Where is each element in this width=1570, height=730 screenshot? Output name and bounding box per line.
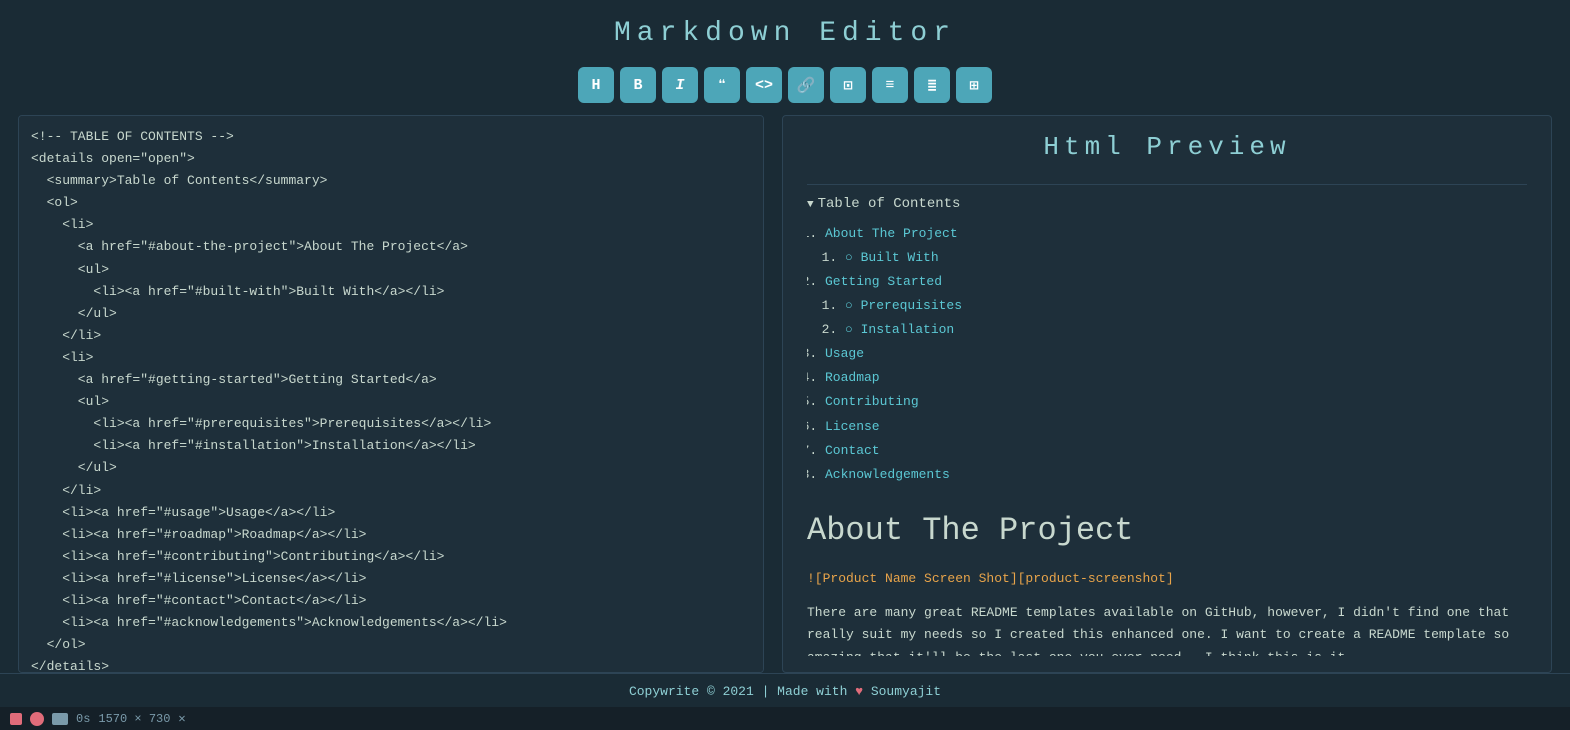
toc-details[interactable]: Table of Contents About The Project Buil…: [807, 193, 1527, 486]
preview-divider: [807, 184, 1527, 185]
link-button[interactable]: 🔗: [788, 67, 824, 103]
main-area: <!-- TABLE OF CONTENTS --> <details open…: [0, 115, 1570, 673]
app-header: Markdown Editor: [0, 0, 1570, 59]
list-item: Contact: [825, 440, 1527, 462]
bold-button[interactable]: B: [620, 67, 656, 103]
screenshot-link: ![Product Name Screen Shot][product-scre…: [807, 568, 1527, 590]
toc-link-prerequisites[interactable]: Prerequisites: [861, 298, 962, 313]
toc-link-usage[interactable]: Usage: [825, 346, 864, 361]
italic-button[interactable]: I: [662, 67, 698, 103]
table-button[interactable]: ⊞: [956, 67, 992, 103]
about-heading: About The Project: [807, 504, 1527, 558]
app-footer: Copywrite © 2021 | Made with ♥ Soumyajit: [0, 673, 1570, 707]
list-item: Getting Started Prerequisites Installati…: [825, 271, 1527, 341]
editor-content[interactable]: <!-- TABLE OF CONTENTS --> <details open…: [31, 126, 751, 673]
toolbar: H B I ❝ <> 🔗 ⊡ ≡ ≣ ⊞: [0, 59, 1570, 115]
editor-pane[interactable]: <!-- TABLE OF CONTENTS --> <details open…: [18, 115, 764, 673]
toc-link-acknowledgements[interactable]: Acknowledgements: [825, 467, 950, 482]
preview-pane: Html Preview Table of Contents About The…: [782, 115, 1552, 673]
heading-button[interactable]: H: [578, 67, 614, 103]
status-stop-icon: [10, 713, 22, 725]
footer-author: Soumyajit: [871, 684, 941, 699]
camera-icon: [52, 713, 68, 725]
close-icon[interactable]: ✕: [178, 711, 185, 726]
quote-button[interactable]: ❝: [704, 67, 740, 103]
status-close[interactable]: ✕: [178, 711, 185, 726]
list-item: Acknowledgements: [825, 464, 1527, 486]
toc-link-installation[interactable]: Installation: [861, 322, 955, 337]
preview-body: Table of Contents About The Project Buil…: [807, 193, 1527, 656]
preview-title: Html Preview: [807, 132, 1527, 176]
toc-link-built-with[interactable]: Built With: [861, 250, 939, 265]
toc-link-about[interactable]: About The Project: [825, 226, 958, 241]
status-bar: 0s 1570 × 730 ✕: [0, 707, 1570, 730]
ordered-list-button[interactable]: ≣: [914, 67, 950, 103]
footer-text: Copywrite © 2021 | Made with: [629, 684, 847, 699]
status-time: 0s: [76, 712, 90, 726]
list-item: Roadmap: [825, 367, 1527, 389]
heart-icon: ♥: [855, 684, 871, 699]
unordered-list-button[interactable]: ≡: [872, 67, 908, 103]
status-record-item2: [30, 712, 44, 726]
list-item: About The Project Built With: [825, 223, 1527, 269]
toc-sublist: Built With: [825, 247, 1527, 269]
toc-link-contributing[interactable]: Contributing: [825, 394, 919, 409]
list-item: Installation: [845, 319, 1527, 341]
code-button[interactable]: <>: [746, 67, 782, 103]
list-item: Contributing: [825, 391, 1527, 413]
status-time-label: 0s: [76, 712, 90, 726]
status-camera-item: [52, 713, 68, 725]
list-item: License: [825, 416, 1527, 438]
list-item: Built With: [845, 247, 1527, 269]
toc-link-getting-started[interactable]: Getting Started: [825, 274, 942, 289]
toc-link-roadmap[interactable]: Roadmap: [825, 370, 880, 385]
toc-sublist: Prerequisites Installation: [825, 295, 1527, 341]
app-title: Markdown Editor: [0, 18, 1570, 49]
list-item: Usage: [825, 343, 1527, 365]
toc-link-contact[interactable]: Contact: [825, 443, 880, 458]
toc-title-label: Table of Contents: [818, 193, 961, 217]
toc-list: About The Project Built With Getting Sta…: [807, 223, 1527, 486]
status-record-item: [10, 713, 22, 725]
status-dimensions-label: 1570 × 730: [98, 712, 170, 726]
list-item: Prerequisites: [845, 295, 1527, 317]
image-button[interactable]: ⊡: [830, 67, 866, 103]
status-dimensions: 1570 × 730: [98, 712, 170, 726]
about-paragraph: There are many great README templates av…: [807, 602, 1527, 656]
toc-summary[interactable]: Table of Contents: [807, 193, 1527, 217]
status-record-icon: [30, 712, 44, 726]
toc-link-license[interactable]: License: [825, 419, 880, 434]
